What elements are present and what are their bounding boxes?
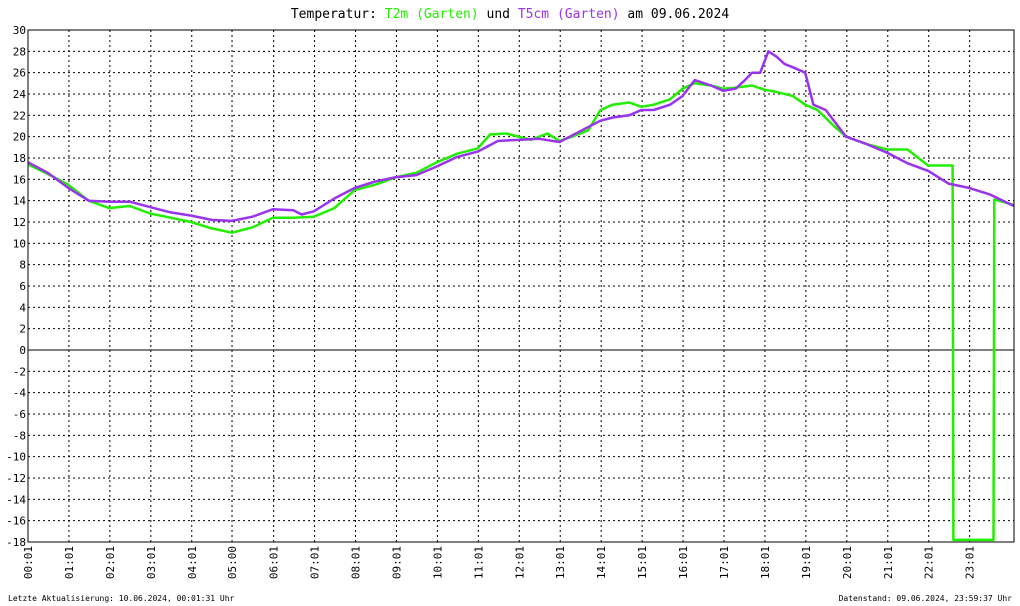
title-conj: und <box>487 7 510 22</box>
footer-last-update: Letzte Aktualisierung: 10.06.2024, 00:01… <box>8 594 235 603</box>
series-lines <box>27 50 1015 542</box>
grid <box>28 30 1014 542</box>
y-tick-label: 4 <box>19 301 26 314</box>
y-tick-label: -12 <box>6 472 26 485</box>
x-tick-label: 22:01 <box>923 546 936 579</box>
title-suffix: am 09.06.2024 <box>627 7 729 22</box>
y-tick-label: -8 <box>13 429 26 442</box>
y-tick-label: -10 <box>6 451 26 464</box>
y-tick-label: 8 <box>19 259 26 272</box>
footer-data-status: Datenstand: 09.06.2024, 23:59:37 Uhr <box>839 594 1013 603</box>
x-tick-label: 09:01 <box>390 546 403 579</box>
y-tick-label: -2 <box>13 365 26 378</box>
x-tick-label: 02:01 <box>104 546 117 579</box>
x-tick-label: 13:01 <box>554 546 567 579</box>
y-tick-label: 20 <box>13 131 26 144</box>
x-tick-label: 15:01 <box>636 546 649 579</box>
y-tick-label: -14 <box>6 493 26 506</box>
y-tick-label: 28 <box>13 45 26 58</box>
y-tick-label: -6 <box>13 408 26 421</box>
x-tick-label: 23:01 <box>964 546 977 579</box>
x-tick-label: 14:01 <box>595 546 608 579</box>
x-tick-label: 20:01 <box>841 546 854 579</box>
x-tick-label: 12:01 <box>513 546 526 579</box>
y-tick-label: 22 <box>13 109 26 122</box>
title-prefix: Temperatur: <box>291 7 377 22</box>
x-tick-label: 05:00 <box>226 546 239 579</box>
y-tick-label: 2 <box>19 323 26 336</box>
x-tick-label: 00:01 <box>22 546 35 579</box>
y-tick-label: 12 <box>13 216 26 229</box>
x-tick-label: 11:01 <box>472 546 485 579</box>
x-tick-label: 06:01 <box>268 546 281 579</box>
y-tick-label: 16 <box>13 173 26 186</box>
x-tick-label: 17:01 <box>718 546 731 579</box>
x-tick-label: 03:01 <box>145 546 158 579</box>
y-tick-label: 0 <box>19 344 26 357</box>
y-tick-label: 14 <box>13 195 27 208</box>
y-tick-label: 30 <box>13 24 26 37</box>
y-tick-label: -4 <box>13 387 27 400</box>
temperature-chart: Temperatur: T2m (Garten) und T5cm (Garte… <box>6 7 1015 603</box>
x-tick-label: 04:01 <box>186 546 199 579</box>
x-tick-label: 01:01 <box>63 546 76 579</box>
y-tick-label: 10 <box>13 237 26 250</box>
x-tick-label: 21:01 <box>882 546 895 579</box>
x-axis-ticks: 00:01 01:01 02:01 03:01 04:01 05:00 06:01 07:01… <box>22 546 977 579</box>
title-series2: T5cm (Garten) <box>518 7 620 22</box>
title-series1: T2m (Garten) <box>385 7 479 22</box>
y-tick-label: 24 <box>13 88 27 101</box>
x-tick-label: 19:01 <box>800 546 813 579</box>
y-axis-ticks: 302826242220181614121086420-2-4-6-8-10-1… <box>6 24 26 549</box>
y-tick-label: 18 <box>13 152 26 165</box>
x-tick-label: 10:01 <box>431 546 444 579</box>
chart-title: Temperatur: T2m (Garten) und T5cm (Garte… <box>291 7 729 22</box>
x-tick-label: 18:01 <box>759 546 772 579</box>
plot-frame <box>27 29 1015 543</box>
x-tick-label: 08:01 <box>350 546 363 579</box>
x-tick-label: 16:01 <box>677 546 690 579</box>
t2m-series-line <box>27 82 1015 542</box>
x-tick-label: 07:01 <box>309 546 322 579</box>
y-tick-label: 26 <box>13 67 26 80</box>
y-tick-label: 6 <box>19 280 26 293</box>
y-tick-label: -16 <box>6 515 26 528</box>
